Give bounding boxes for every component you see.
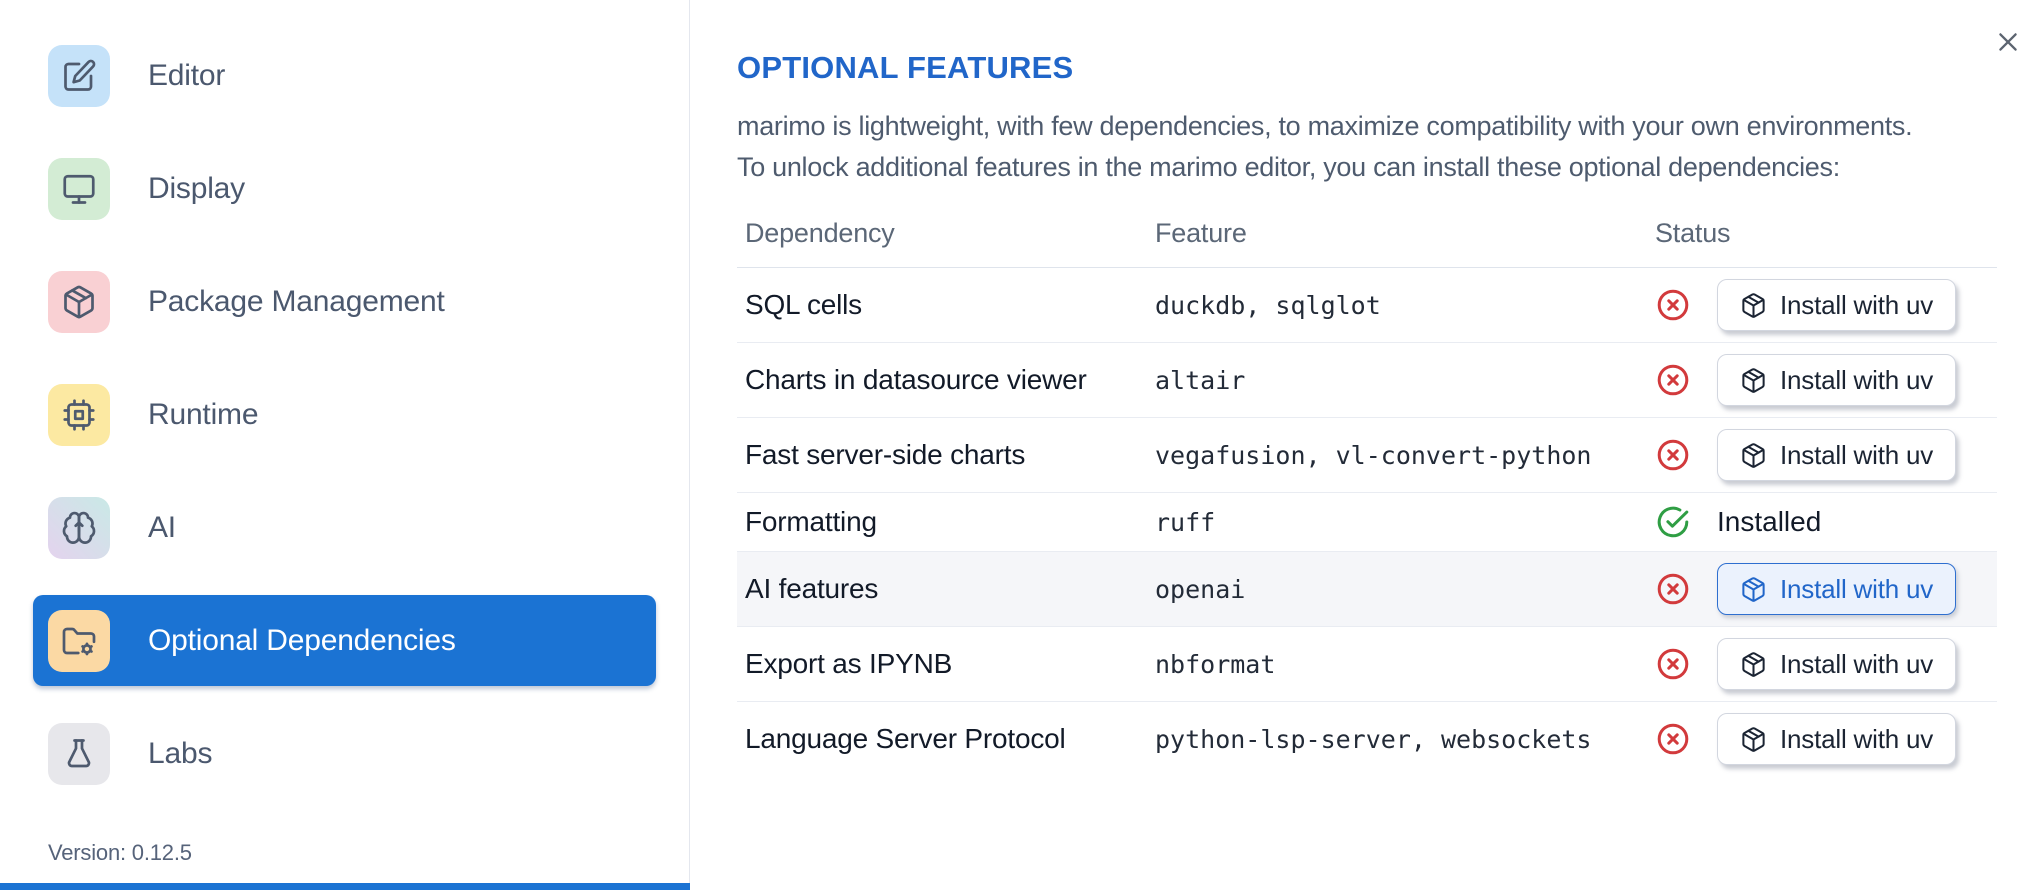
table-header: Dependency Feature Status: [737, 218, 1997, 268]
package-icon: [1742, 576, 1765, 602]
not-installed-icon: [1657, 439, 1689, 471]
status-cell: Installed: [1655, 504, 1997, 540]
feature-packages: ruff: [1155, 507, 1216, 537]
close-icon: [1999, 33, 2017, 51]
sidebar-item-package-management[interactable]: Package Management: [33, 256, 656, 347]
edit-icon: [48, 44, 110, 107]
header-status: Status: [1655, 218, 1731, 248]
bottom-accent-strip: [0, 883, 690, 890]
not-installed-icon: [1657, 648, 1689, 680]
not-installed-icon: [1657, 723, 1689, 755]
install-button-label: Install with uv: [1780, 439, 1934, 470]
header-feature: Feature: [1155, 218, 1247, 248]
sidebar-item-runtime[interactable]: Runtime: [33, 369, 656, 460]
dependency-name: Charts in datasource viewer: [745, 364, 1087, 395]
description-line-2: To unlock additional features in the mar…: [737, 152, 1840, 182]
sidebar-item-optional-dependencies[interactable]: Optional Dependencies: [33, 595, 656, 686]
table-row: Export as IPYNB nbformat Install with uv: [737, 627, 1997, 702]
not-installed-icon: [1657, 364, 1689, 396]
status-cell: Install with uv: [1655, 354, 1997, 406]
description-line-1: marimo is lightweight, with few dependen…: [737, 111, 1913, 141]
dependency-name: Formatting: [745, 506, 877, 537]
not-installed-icon: [1657, 573, 1689, 605]
install-with-uv-button[interactable]: Install with uv: [1717, 563, 1957, 615]
install-button-label: Install with uv: [1780, 289, 1934, 320]
version-label: Version: 0.12.5: [48, 840, 192, 865]
not-installed-icon: [1657, 289, 1689, 321]
status-cell: Install with uv: [1655, 279, 1997, 331]
package-icon: [1742, 292, 1765, 318]
sidebar-item-label: Labs: [148, 736, 213, 770]
installed-icon: [1657, 506, 1689, 538]
status-cell: Install with uv: [1655, 638, 1997, 690]
install-with-uv-button[interactable]: Install with uv: [1717, 713, 1957, 765]
install-button-label: Install with uv: [1780, 364, 1934, 395]
package-icon: [1742, 442, 1765, 468]
dependency-name: Language Server Protocol: [745, 723, 1066, 754]
panel-description: marimo is lightweight, with few dependen…: [737, 106, 2017, 188]
monitor-icon: [48, 157, 110, 220]
sidebar-item-labs[interactable]: Labs: [33, 708, 656, 799]
install-button-label: Install with uv: [1780, 648, 1934, 679]
package-icon: [1742, 367, 1765, 393]
sidebar-item-editor[interactable]: Editor: [33, 30, 656, 121]
dependency-name: Fast server-side charts: [745, 439, 1026, 470]
install-with-uv-button[interactable]: Install with uv: [1717, 638, 1957, 690]
install-with-uv-button[interactable]: Install with uv: [1717, 279, 1957, 331]
install-button-label: Install with uv: [1780, 723, 1934, 754]
feature-packages: duckdb, sqlglot: [1155, 290, 1381, 320]
sidebar-item-ai[interactable]: AI: [33, 482, 656, 573]
table-row: Language Server Protocol python-lsp-serv…: [737, 702, 1997, 776]
feature-packages: openai: [1155, 574, 1246, 604]
table-body: SQL cells duckdb, sqlglot Install with u…: [737, 268, 1997, 776]
install-with-uv-button[interactable]: Install with uv: [1717, 429, 1957, 481]
table-row: SQL cells duckdb, sqlglot Install with u…: [737, 268, 1997, 343]
sidebar-item-label: Runtime: [148, 397, 259, 431]
status-cell: Install with uv: [1655, 563, 1997, 615]
flask-icon: [48, 722, 110, 785]
table-row: Charts in datasource viewer altair Insta…: [737, 343, 1997, 418]
package-icon: [1742, 651, 1765, 677]
table-row: Fast server-side charts vegafusion, vl-c…: [737, 418, 1997, 493]
header-dependency: Dependency: [745, 218, 895, 248]
status-cell: Install with uv: [1655, 713, 1997, 765]
sidebar-item-label: Package Management: [148, 284, 445, 318]
dependency-name: Export as IPYNB: [745, 648, 953, 679]
panel-title: OPTIONAL FEATURES: [737, 50, 1074, 85]
sidebar-item-label: AI: [148, 510, 176, 544]
dependencies-table: Dependency Feature Status SQL cells duck…: [737, 218, 1997, 776]
folder-cog-icon: [48, 609, 110, 672]
install-with-uv-button[interactable]: Install with uv: [1717, 354, 1957, 406]
status-cell: Install with uv: [1655, 429, 1997, 481]
installed-label: Installed: [1717, 506, 1822, 537]
feature-packages: altair: [1155, 365, 1246, 395]
package-icon: [1742, 726, 1765, 752]
table-row: AI features openai Install with uv: [737, 552, 1997, 627]
brain-icon: [48, 496, 110, 559]
dependency-name: AI features: [745, 573, 879, 604]
dependency-name: SQL cells: [745, 289, 862, 320]
table-row: Formatting ruff Installed: [737, 493, 1997, 552]
feature-packages: nbformat: [1155, 649, 1276, 679]
sidebar-item-label: Optional Dependencies: [148, 623, 456, 657]
feature-packages: python-lsp-server, websockets: [1155, 724, 1592, 754]
sidebar-item-label: Display: [148, 171, 245, 205]
cpu-icon: [48, 383, 110, 446]
sidebar-item-display[interactable]: Display: [33, 143, 656, 234]
feature-packages: vegafusion, vl-convert-python: [1155, 440, 1592, 470]
settings-sidebar: Editor Display Package Management Runtim…: [0, 0, 690, 890]
optional-features-panel: OPTIONAL FEATURES marimo is lightweight,…: [737, 0, 2042, 890]
package-icon: [48, 270, 110, 333]
install-button-label: Install with uv: [1780, 573, 1934, 604]
sidebar-nav: Editor Display Package Management Runtim…: [0, 30, 689, 799]
sidebar-item-label: Editor: [148, 58, 226, 92]
close-button[interactable]: [1990, 24, 2026, 60]
